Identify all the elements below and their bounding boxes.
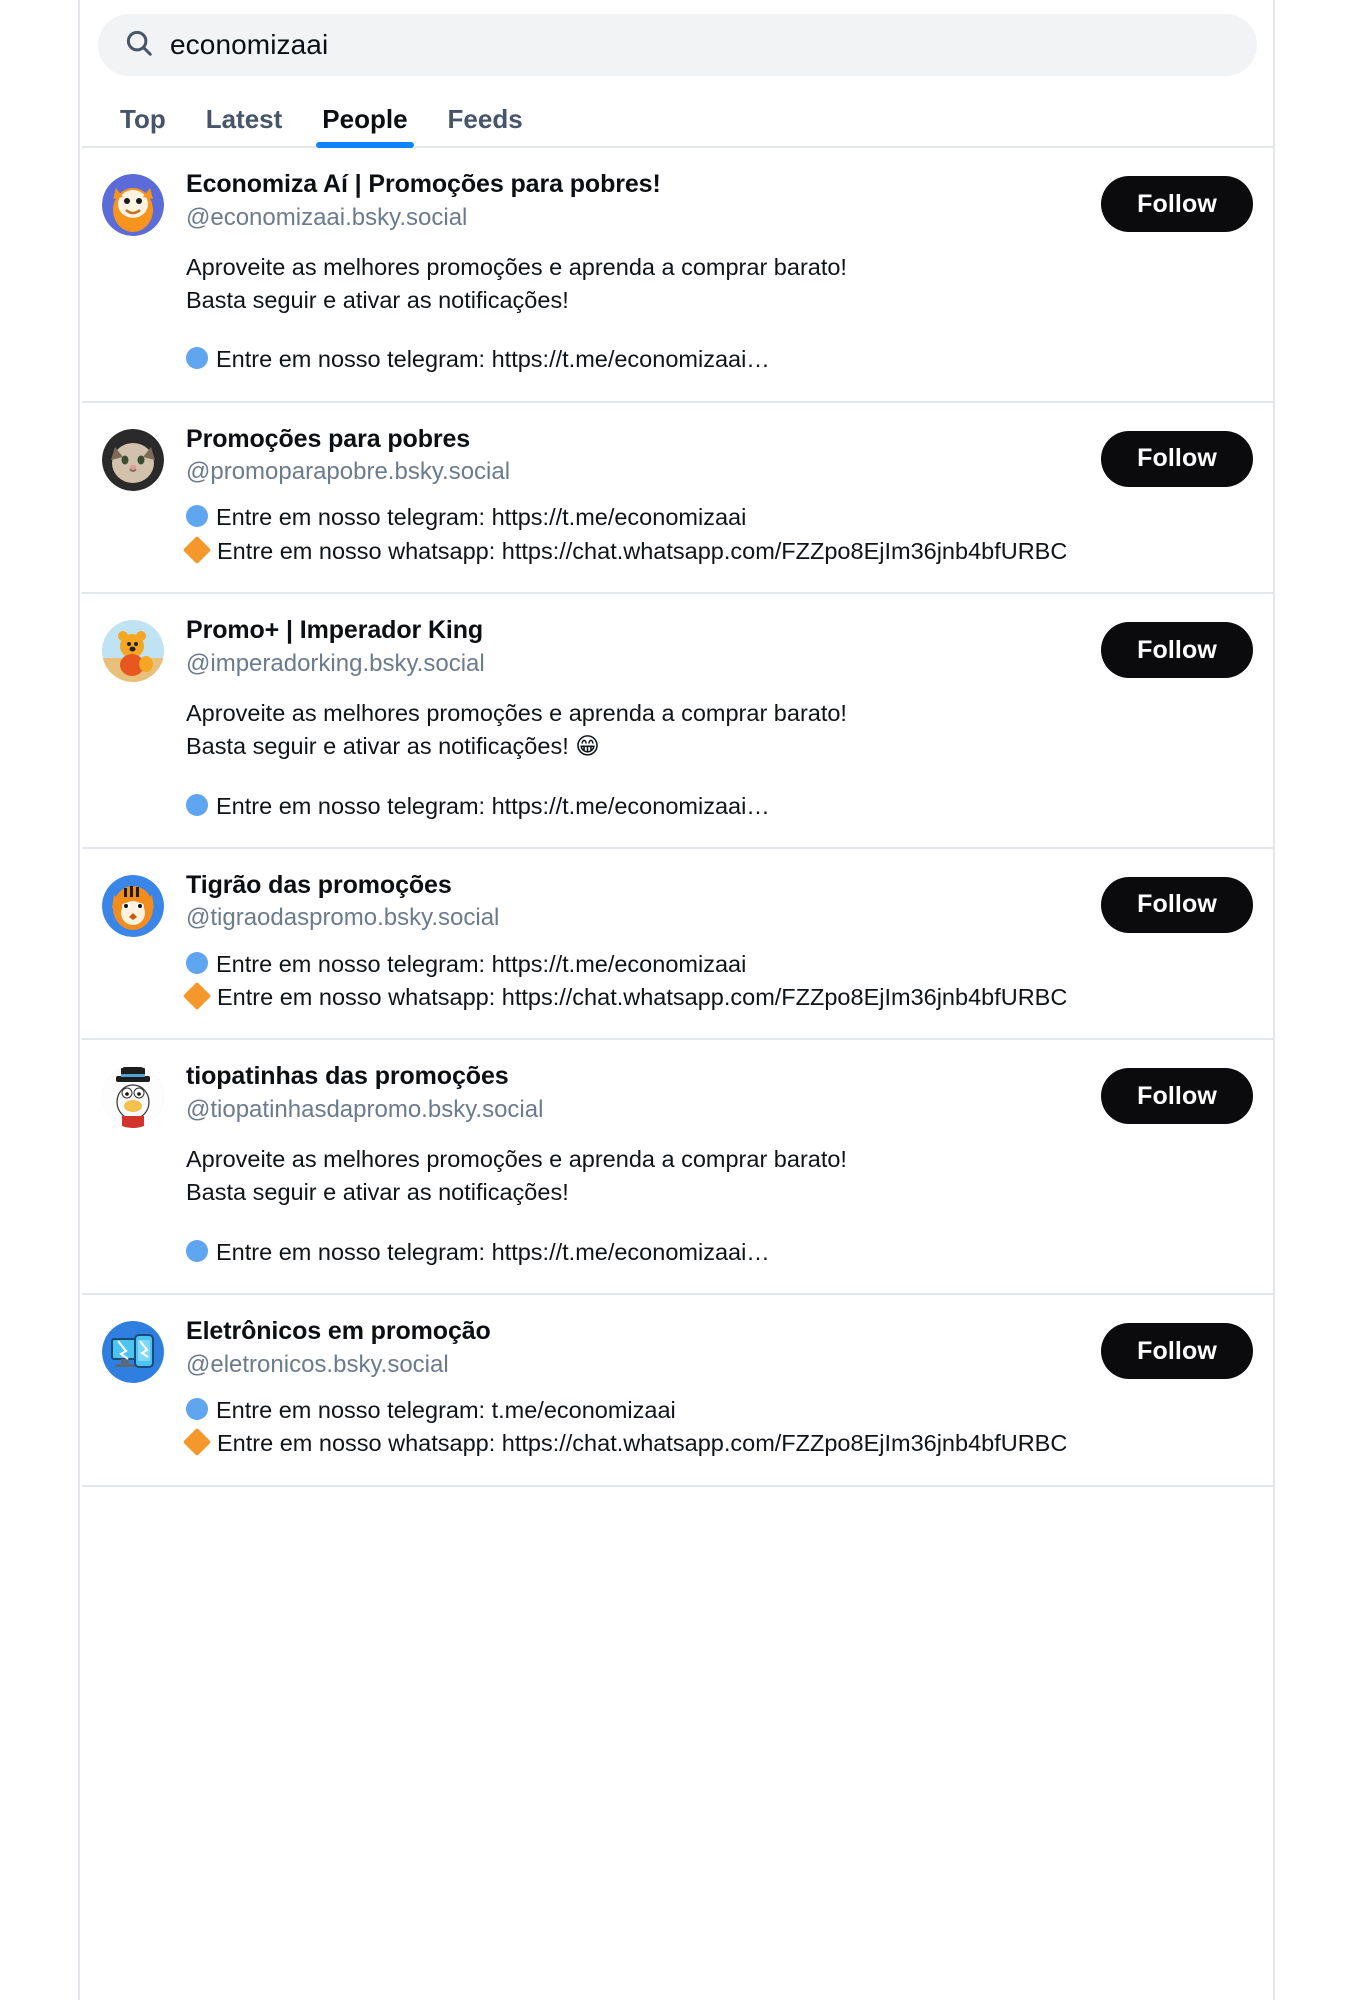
profile-bio-link-line: Entre em nosso telegram: t.me/economizaa…: [186, 1394, 1087, 1427]
profile-bio-intro: Aproveite as melhores promoções e aprend…: [186, 699, 847, 760]
profile-bio-links: Entre em nosso telegram: https://t.me/ec…: [182, 948, 1087, 1015]
search-query-text: economizaai: [170, 29, 329, 60]
profile-display-name[interactable]: Eletrônicos em promoção: [186, 1317, 1087, 1347]
tab-feeds[interactable]: Feeds: [428, 106, 543, 146]
profile-info: Promo+ | Imperador King @imperadorking.bs…: [186, 616, 1101, 823]
search-results-page: economizaai Top Latest People Feeds Econ…: [0, 0, 1355, 2000]
profile-bio-link-text: Entre em nosso whatsapp: https://chat.wh…: [217, 537, 1068, 564]
search-bar-container: economizaai: [82, 0, 1273, 76]
profile-info: tiopatinhas das promoções @tiopatinhasdap…: [186, 1062, 1101, 1269]
profile-bio-link-text: Entre em nosso telegram: https://t.me/ec…: [216, 792, 770, 819]
profile-card[interactable]: Tigrão das promoções @tigraodaspromo.bsky…: [82, 848, 1273, 1041]
avatar[interactable]: [102, 1066, 164, 1129]
left-gutter: [0, 0, 80, 2000]
profile-handle[interactable]: @imperadorking.bsky.social: [186, 648, 1087, 679]
orange-diamond-icon: [182, 1428, 212, 1457]
avatar[interactable]: [102, 428, 164, 491]
profile-handle[interactable]: @eletronicos.bsky.social: [186, 1349, 1087, 1380]
orange-diamond-icon: [182, 535, 212, 564]
right-gutter: [1273, 0, 1355, 2000]
tab-latest[interactable]: Latest: [186, 106, 303, 146]
blue-circle-icon: [186, 347, 208, 370]
profile-bio-links: Entre em nosso telegram: https://t.me/ec…: [182, 501, 1087, 568]
follow-button[interactable]: Follow: [1101, 622, 1253, 679]
profile-bio-links: Entre em nosso telegram: t.me/economizaa…: [182, 1394, 1087, 1461]
profile-card[interactable]: Promoções para pobres @promoparapobre.bsk…: [82, 402, 1273, 595]
profile-display-name[interactable]: Promoções para pobres: [186, 425, 1087, 455]
profile-info: Economiza Aí | Promoções para pobres! @ec…: [186, 170, 1101, 377]
profile-bio-intro: Aproveite as melhores promoções e aprend…: [186, 1146, 847, 1206]
tab-top[interactable]: Top: [100, 106, 186, 146]
avatar[interactable]: [102, 874, 164, 937]
profile-info: Tigrão das promoções @tigraodaspromo.bsky…: [182, 871, 1101, 1015]
profile-display-name[interactable]: tiopatinhas das promoções: [186, 1062, 1087, 1092]
profile-bio-link-text: Entre em nosso telegram: t.me/economizaa…: [216, 1396, 676, 1423]
search-input[interactable]: economizaai: [98, 14, 1257, 76]
profile-bio-link-text: Entre em nosso telegram: https://t.me/ec…: [216, 950, 747, 977]
follow-button[interactable]: Follow: [1101, 430, 1253, 487]
profile-display-name[interactable]: Tigrão das promoções: [186, 871, 1087, 901]
profile-bio-links: Entre em nosso telegram: https://t.me/ec…: [186, 790, 1087, 823]
profile-handle[interactable]: @tiopatinhasdapromo.bsky.social: [186, 1094, 1087, 1125]
search-tabs: Top Latest People Feeds: [82, 76, 1273, 148]
search-icon: [124, 28, 154, 63]
blue-circle-icon: [186, 1397, 208, 1420]
profile-bio-link-line: Entre em nosso telegram: https://t.me/ec…: [186, 1236, 1087, 1269]
profile-bio-link-text: Entre em nosso telegram: https://t.me/ec…: [216, 346, 770, 373]
follow-button[interactable]: Follow: [1101, 1068, 1253, 1125]
blue-circle-icon: [186, 793, 208, 816]
profile-bio-link-text: Entre em nosso telegram: https://t.me/ec…: [216, 504, 747, 531]
blue-circle-icon: [186, 505, 208, 528]
avatar[interactable]: [102, 1321, 164, 1384]
profile-display-name[interactable]: Promo+ | Imperador King: [186, 616, 1087, 646]
profile-bio-link-text: Entre em nosso whatsapp: https://chat.wh…: [217, 1430, 1068, 1457]
profile-card[interactable]: tiopatinhas das promoções @tiopatinhasdap…: [82, 1040, 1273, 1296]
profile-bio-link-line: Entre em nosso whatsapp: https://chat.wh…: [182, 535, 1087, 568]
profile-bio-link-text: Entre em nosso telegram: https://t.me/ec…: [216, 1238, 770, 1265]
profile-bio-link-line: Entre em nosso whatsapp: https://chat.wh…: [182, 981, 1087, 1014]
blue-circle-icon: [186, 1239, 208, 1262]
profile-bio-link-line: Entre em nosso whatsapp: https://chat.wh…: [182, 1427, 1087, 1460]
profile-bio-intro: Aproveite as melhores promoções e aprend…: [186, 253, 847, 314]
profile-handle[interactable]: @promoparapobre.bsky.social: [186, 456, 1087, 487]
profile-bio-link-line: Entre em nosso telegram: https://t.me/ec…: [186, 343, 1087, 376]
avatar[interactable]: [102, 174, 164, 236]
people-results-list: Economiza Aí | Promoções para pobres! @ec…: [82, 148, 1273, 1487]
profile-card[interactable]: Eletrônicos em promoção @eletronicos.bsky…: [82, 1295, 1273, 1487]
blue-circle-icon: [186, 951, 208, 974]
follow-button[interactable]: Follow: [1101, 176, 1253, 232]
orange-diamond-icon: [182, 981, 212, 1011]
profile-bio-links: Entre em nosso telegram: https://t.me/ec…: [186, 343, 1087, 376]
tab-people[interactable]: People: [302, 106, 427, 148]
follow-button[interactable]: Follow: [1101, 876, 1253, 933]
profile-bio-link-line: Entre em nosso telegram: https://t.me/ec…: [186, 501, 1087, 534]
avatar[interactable]: [102, 620, 164, 683]
profile-display-name[interactable]: Economiza Aí | Promoções para pobres!: [186, 170, 1087, 200]
profile-card[interactable]: Promo+ | Imperador King @imperadorking.bs…: [82, 594, 1273, 849]
profile-bio-link-line: Entre em nosso telegram: https://t.me/ec…: [186, 948, 1087, 981]
profile-info: Eletrônicos em promoção @eletronicos.bsky…: [182, 1317, 1101, 1461]
main-column: economizaai Top Latest People Feeds Econ…: [82, 0, 1273, 2000]
follow-button[interactable]: Follow: [1101, 1323, 1253, 1380]
profile-info: Promoções para pobres @promoparapobre.bsk…: [182, 425, 1101, 568]
profile-bio-link-line: Entre em nosso telegram: https://t.me/ec…: [186, 790, 1087, 823]
profile-handle[interactable]: @tigraodaspromo.bsky.social: [186, 902, 1087, 933]
profile-bio-link-text: Entre em nosso whatsapp: https://chat.wh…: [217, 983, 1068, 1010]
profile-bio-links: Entre em nosso telegram: https://t.me/ec…: [186, 1236, 1087, 1269]
profile-card[interactable]: Economiza Aí | Promoções para pobres! @ec…: [82, 148, 1273, 403]
profile-handle[interactable]: @economizaai.bsky.social: [186, 202, 1087, 233]
